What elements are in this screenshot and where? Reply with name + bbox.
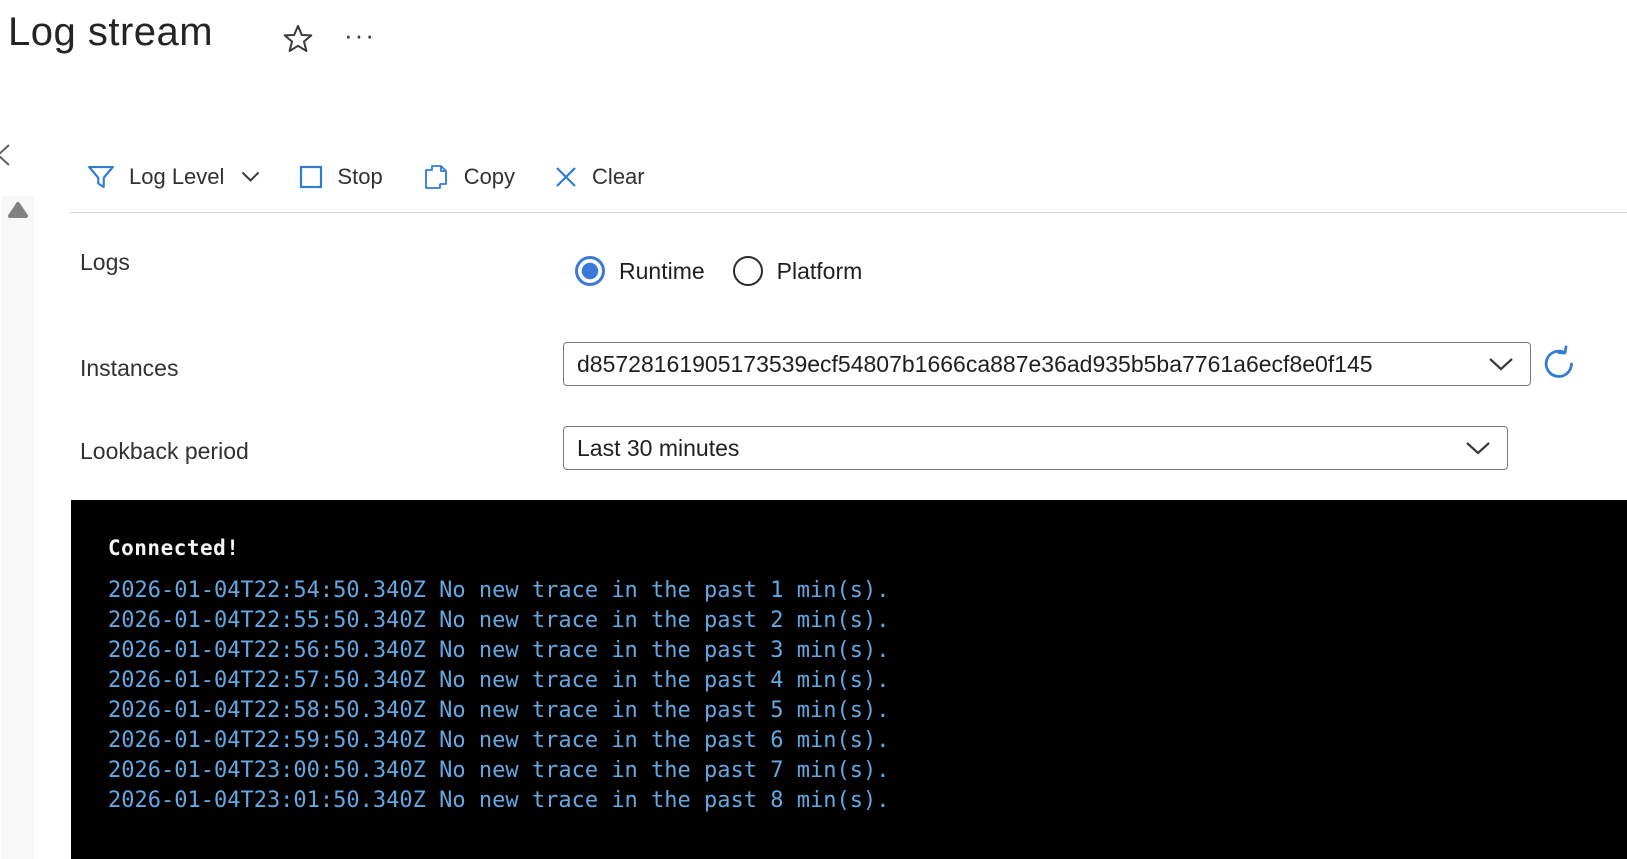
logs-radio-option[interactable]: Platform (732, 256, 863, 286)
instances-label: Instances (80, 355, 179, 381)
clear-x-icon (553, 164, 579, 190)
copy-label: Copy (463, 164, 516, 189)
log-line: 2026-01-04T22:55:50.340Z No new trace in… (108, 608, 890, 633)
log-line: 2026-01-04T22:54:50.340Z No new trace in… (108, 578, 890, 603)
logs-radio-option[interactable]: Runtime (575, 256, 705, 286)
radio-option-label: Runtime (619, 257, 705, 284)
refresh-icon (1540, 345, 1580, 383)
instances-selected-value: d85728161905173539ecf54807b1666ca887e36a… (577, 350, 1373, 377)
chevron-down-icon (1457, 441, 1507, 456)
log-level-label: Log Level (129, 164, 225, 189)
lookback-selected-value: Last 30 minutes (577, 434, 740, 461)
left-scroll-rail[interactable] (2, 196, 34, 859)
ellipsis-icon: ··· (344, 19, 376, 50)
log-line: 2026-01-04T22:56:50.340Z No new trace in… (108, 638, 890, 663)
scroll-up-button[interactable] (6, 200, 30, 220)
chevron-down-icon (241, 171, 260, 183)
stop-label: Stop (337, 164, 383, 189)
radio-button-icon[interactable] (732, 256, 763, 286)
log-line: 2026-01-04T23:01:50.340Z No new trace in… (108, 788, 890, 813)
log-line: 2026-01-04T22:58:50.340Z No new trace in… (108, 698, 890, 723)
console-connected-status: Connected! (108, 536, 240, 560)
log-line: 2026-01-04T22:57:50.340Z No new trace in… (108, 668, 890, 693)
clear-label: Clear (592, 164, 645, 189)
lookback-period-select[interactable]: Last 30 minutes (563, 426, 1508, 470)
lookback-period-label: Lookback period (80, 438, 249, 464)
stop-square-icon (298, 164, 324, 190)
favorite-star-button[interactable] (280, 20, 316, 58)
radio-button-icon[interactable] (575, 256, 605, 286)
instances-select[interactable]: d85728161905173539ecf54807b1666ca887e36a… (563, 342, 1531, 386)
logs-radio-group: Runtime Platform (575, 256, 862, 286)
collapse-panel-chevron-icon[interactable] (0, 141, 15, 169)
log-line: 2026-01-04T22:59:50.340Z No new trace in… (108, 728, 890, 753)
log-level-dropdown-button[interactable]: Log Level (86, 162, 260, 192)
copy-icon (421, 162, 451, 192)
logs-label: Logs (80, 249, 130, 275)
toolbar-divider (70, 212, 1627, 213)
radio-option-label: Platform (776, 257, 863, 284)
log-stream-console[interactable]: Connected! 2026-01-04T22:54:50.340Z No n… (71, 500, 1627, 859)
refresh-instances-button[interactable] (1540, 344, 1580, 384)
more-actions-button[interactable]: ··· (340, 16, 380, 54)
clear-button[interactable]: Clear (553, 164, 645, 190)
stop-button[interactable]: Stop (298, 164, 383, 190)
chevron-down-icon (1480, 357, 1530, 372)
page-title: Log stream (8, 10, 214, 54)
star-icon (282, 23, 314, 55)
triangle-up-icon (6, 200, 30, 220)
copy-button[interactable]: Copy (421, 162, 515, 192)
log-line: 2026-01-04T23:00:50.340Z No new trace in… (108, 758, 890, 783)
filter-funnel-icon (86, 162, 116, 192)
log-stream-toolbar: Log Level Stop Copy Clear (86, 154, 645, 200)
